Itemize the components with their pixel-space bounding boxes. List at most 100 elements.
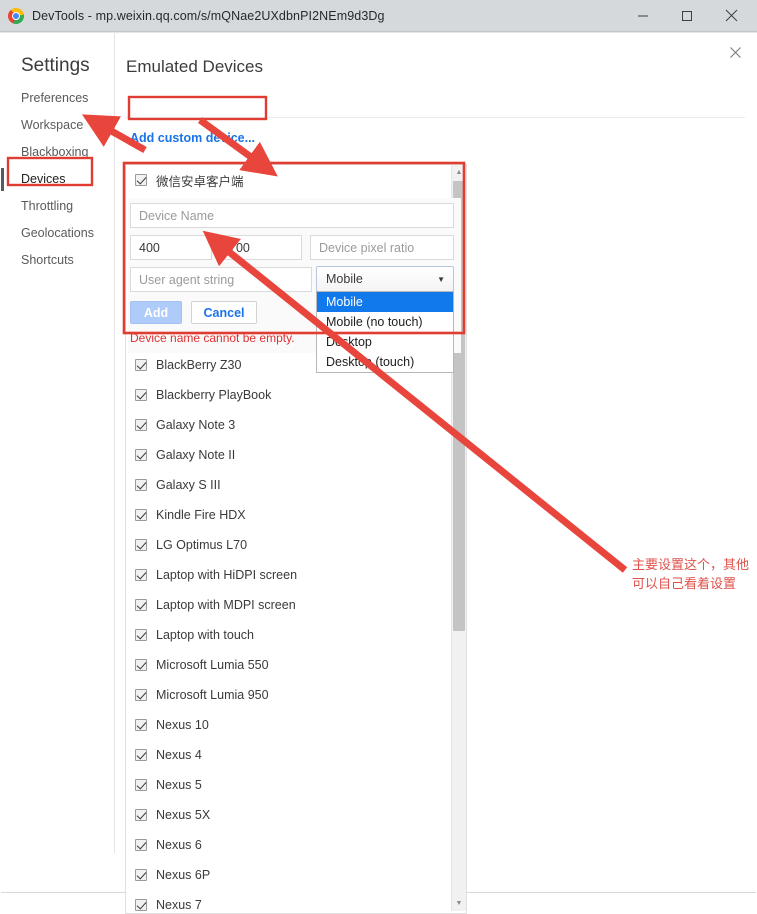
add-button[interactable]: Add (130, 301, 182, 324)
device-pixel-ratio-input[interactable]: Device pixel ratio (310, 235, 454, 260)
dropdown-option-desktop[interactable]: Desktop (317, 332, 453, 352)
device-list-item[interactable]: Laptop with touch (126, 620, 466, 650)
form-error-message: Device name cannot be empty. (130, 331, 295, 345)
device-list-item[interactable]: Galaxy Note II (126, 440, 466, 470)
window-close-button[interactable] (709, 0, 753, 31)
device-checkbox[interactable] (135, 899, 147, 911)
sidebar-item-shortcuts[interactable]: Shortcuts (1, 247, 114, 274)
device-label: Nexus 4 (156, 748, 202, 762)
device-checkbox[interactable] (135, 779, 147, 791)
window-maximize-button[interactable] (665, 0, 709, 31)
device-checkbox[interactable] (135, 629, 147, 641)
device-label: Galaxy Note 3 (156, 418, 236, 432)
scroll-down-arrow-icon[interactable]: ▼ (452, 896, 466, 911)
device-checkbox[interactable] (135, 509, 147, 521)
sidebar-list: Preferences Workspace Blackboxing Device… (1, 85, 114, 274)
device-label: Blackberry PlayBook (156, 388, 272, 402)
device-checkbox[interactable] (135, 539, 147, 551)
device-label: Galaxy Note II (156, 448, 236, 462)
sidebar-item-throttling[interactable]: Throttling (1, 193, 114, 220)
device-list-item[interactable]: Blackberry PlayBook (126, 380, 466, 410)
settings-heading: Settings (21, 55, 90, 76)
device-list-item[interactable]: Laptop with MDPI screen (126, 590, 466, 620)
device-list-item[interactable]: Nexus 7 (126, 890, 466, 913)
sidebar-item-preferences[interactable]: Preferences (1, 85, 114, 112)
device-checkbox[interactable] (135, 174, 147, 186)
device-label: Nexus 5X (156, 808, 211, 822)
user-agent-type-dropdown[interactable]: Mobile Mobile (no touch) Desktop Desktop… (316, 291, 454, 373)
window-minimize-button[interactable] (621, 0, 665, 31)
device-list-item[interactable]: Laptop with HiDPI screen (126, 560, 466, 590)
device-checkbox[interactable] (135, 569, 147, 581)
settings-sidebar: Settings Preferences Workspace Blackboxi… (1, 33, 115, 853)
device-checkbox[interactable] (135, 599, 147, 611)
device-checkbox[interactable] (135, 719, 147, 731)
window-title: DevTools - mp.weixin.qq.com/s/mQNae2UXdb… (32, 8, 385, 23)
device-checkbox[interactable] (135, 359, 147, 371)
device-list-item[interactable]: Nexus 6 (126, 830, 466, 860)
device-label: Nexus 5 (156, 778, 202, 792)
add-custom-device-button[interactable]: Add custom device... (130, 131, 255, 145)
device-height-input[interactable]: 700 (220, 235, 302, 260)
device-label: Microsoft Lumia 550 (156, 658, 269, 672)
device-checkbox[interactable] (135, 449, 147, 461)
device-label: Laptop with touch (156, 628, 254, 642)
emulated-devices-pane: Emulated Devices Add custom device... 微信… (114, 33, 756, 914)
sidebar-item-workspace[interactable]: Workspace (1, 112, 114, 139)
device-list-item[interactable]: Nexus 4 (126, 740, 466, 770)
device-checkbox[interactable] (135, 869, 147, 881)
user-agent-type-select[interactable]: Mobile ▼ (316, 266, 454, 292)
device-width-input[interactable]: 400 (130, 235, 212, 260)
device-label: Nexus 10 (156, 718, 209, 732)
sidebar-item-blackboxing[interactable]: Blackboxing (1, 139, 114, 166)
device-list-item[interactable]: 微信安卓客户端 (126, 165, 466, 195)
scroll-up-arrow-icon[interactable]: ▲ (452, 165, 466, 180)
device-label: Nexus 6 (156, 838, 202, 852)
device-label: LG Optimus L70 (156, 538, 248, 552)
device-checkbox[interactable] (135, 839, 147, 851)
chevron-down-icon: ▼ (437, 274, 445, 284)
device-checkbox[interactable] (135, 479, 147, 491)
sidebar-item-devices[interactable]: Devices (1, 166, 114, 193)
device-checkbox[interactable] (135, 419, 147, 431)
device-list-item[interactable]: Nexus 6P (126, 860, 466, 890)
device-list-item[interactable]: Nexus 10 (126, 710, 466, 740)
device-list-item[interactable]: Kindle Fire HDX (126, 500, 466, 530)
device-list-item[interactable]: LG Optimus L70 (126, 530, 466, 560)
dropdown-option-mobile-no-touch[interactable]: Mobile (no touch) (317, 312, 453, 332)
device-list-item[interactable]: Microsoft Lumia 950 (126, 680, 466, 710)
device-checkbox[interactable] (135, 749, 147, 761)
devtools-content: Settings Preferences Workspace Blackboxi… (0, 32, 757, 914)
sidebar-item-label: Throttling (21, 199, 74, 213)
device-list-item[interactable]: Nexus 5 (126, 770, 466, 800)
device-checkbox[interactable] (135, 809, 147, 821)
device-label: Kindle Fire HDX (156, 508, 246, 522)
device-label: Laptop with HiDPI screen (156, 568, 298, 582)
device-list-item[interactable]: Galaxy S III (126, 470, 466, 500)
custom-device-form: Device Name 400 700 Device pixel ratio U… (128, 198, 461, 373)
device-checkbox[interactable] (135, 389, 147, 401)
page-title: Emulated Devices (126, 57, 264, 76)
user-agent-string-input[interactable]: User agent string (130, 267, 312, 292)
sidebar-item-label: Shortcuts (21, 253, 74, 267)
device-list-item[interactable]: Galaxy Note 3 (126, 410, 466, 440)
minimize-icon (638, 15, 648, 16)
device-list-item[interactable]: Nexus 5X (126, 800, 466, 830)
device-label: Galaxy S III (156, 478, 221, 492)
chrome-icon (8, 7, 24, 24)
device-label: Nexus 7 (156, 898, 202, 912)
dropdown-option-mobile[interactable]: Mobile (317, 292, 453, 312)
device-checkbox[interactable] (135, 689, 147, 701)
device-list-item[interactable]: Microsoft Lumia 550 (126, 650, 466, 680)
maximize-icon (682, 10, 692, 21)
close-icon (725, 9, 737, 22)
device-label: Nexus 6P (156, 868, 211, 882)
dropdown-option-desktop-touch[interactable]: Desktop (touch) (317, 352, 453, 372)
device-name-input[interactable]: Device Name (130, 203, 454, 228)
cancel-button[interactable]: Cancel (191, 301, 257, 324)
device-checkbox[interactable] (135, 659, 147, 671)
sidebar-item-label: Blackboxing (21, 145, 89, 159)
sidebar-item-geolocations[interactable]: Geolocations (1, 220, 114, 247)
sidebar-item-label: Preferences (21, 91, 89, 105)
device-label: Microsoft Lumia 950 (156, 688, 269, 702)
